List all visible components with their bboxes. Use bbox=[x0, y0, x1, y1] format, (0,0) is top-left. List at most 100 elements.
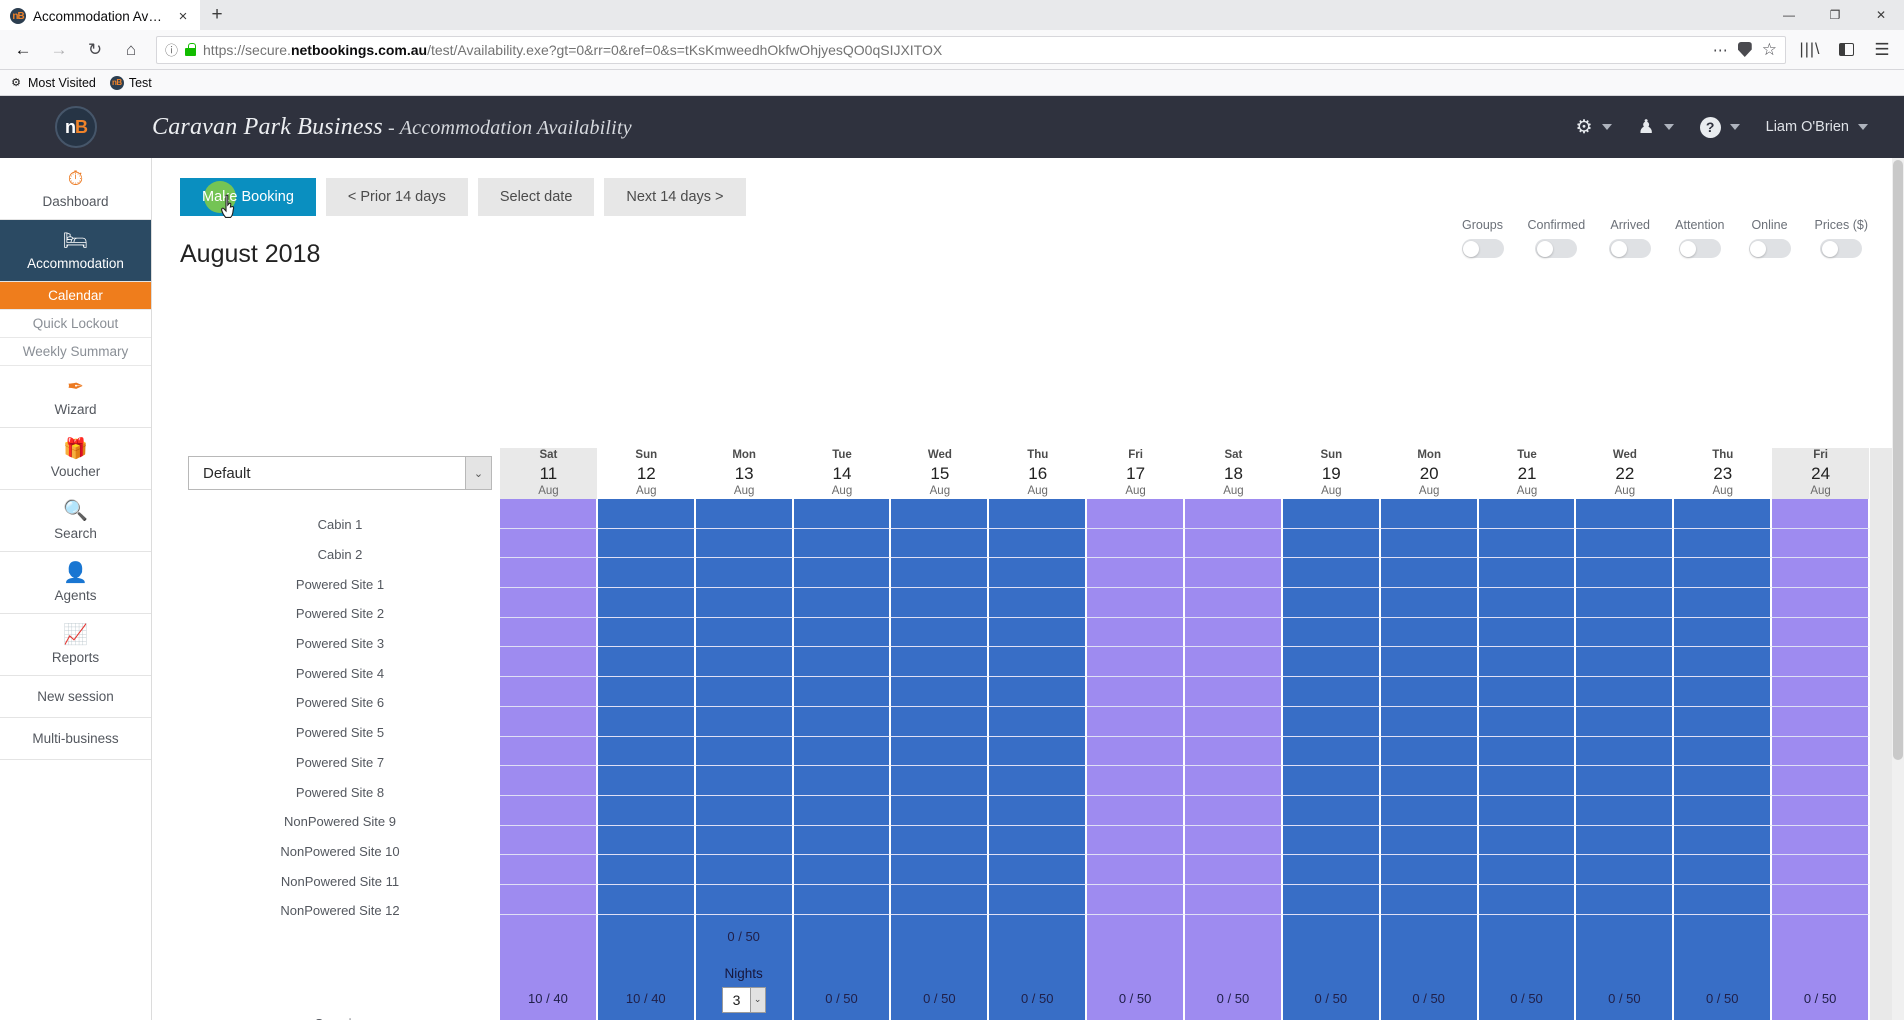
availability-cell[interactable] bbox=[695, 706, 794, 737]
availability-cell[interactable] bbox=[597, 884, 696, 915]
sidebar-icon[interactable] bbox=[1830, 35, 1862, 65]
availability-cell[interactable] bbox=[597, 766, 696, 796]
availability-cell[interactable] bbox=[1576, 528, 1675, 559]
availability-cell[interactable] bbox=[1087, 558, 1186, 589]
reload-icon[interactable]: ↻ bbox=[78, 35, 112, 65]
availability-cell[interactable] bbox=[1674, 558, 1773, 589]
availability-cell[interactable] bbox=[597, 677, 696, 707]
bookmark-test[interactable]: nB Test bbox=[109, 75, 152, 90]
availability-cell[interactable] bbox=[989, 558, 1088, 589]
availability-cell[interactable] bbox=[989, 766, 1088, 796]
availability-cell[interactable] bbox=[1380, 736, 1479, 767]
availability-cell[interactable] bbox=[695, 766, 794, 796]
availability-cell[interactable] bbox=[891, 677, 990, 707]
availability-cell[interactable] bbox=[793, 706, 892, 737]
make-booking-button[interactable]: Make Booking bbox=[180, 178, 316, 218]
availability-cell[interactable] bbox=[793, 795, 892, 826]
camping-cell[interactable]: 0 / 50 bbox=[793, 914, 892, 1020]
forward-icon[interactable]: → bbox=[42, 35, 76, 65]
availability-cell[interactable] bbox=[1674, 706, 1773, 737]
toggle-switch-confirmed[interactable] bbox=[1535, 239, 1578, 258]
window-maximize-button[interactable]: ❐ bbox=[1812, 0, 1858, 30]
availability-cell[interactable] bbox=[1576, 855, 1675, 885]
availability-cell[interactable] bbox=[1185, 706, 1283, 737]
availability-cell[interactable] bbox=[1674, 588, 1773, 618]
availability-cell[interactable] bbox=[1576, 647, 1675, 678]
availability-cell[interactable] bbox=[1282, 528, 1381, 559]
availability-cell[interactable] bbox=[1674, 855, 1773, 885]
availability-cell[interactable] bbox=[1478, 647, 1577, 678]
availability-cell[interactable] bbox=[1282, 855, 1381, 885]
availability-cell[interactable] bbox=[500, 855, 598, 885]
availability-cell[interactable] bbox=[1380, 677, 1479, 707]
availability-cell[interactable] bbox=[1087, 884, 1186, 915]
availability-cell[interactable] bbox=[1674, 736, 1773, 767]
availability-cell[interactable] bbox=[597, 528, 696, 559]
availability-cell[interactable] bbox=[1087, 647, 1186, 678]
availability-cell[interactable] bbox=[1185, 795, 1283, 826]
availability-cell[interactable] bbox=[891, 736, 990, 767]
availability-cell[interactable] bbox=[500, 706, 598, 737]
toggle-switch-attention[interactable] bbox=[1678, 239, 1721, 258]
availability-cell[interactable] bbox=[1772, 825, 1870, 856]
camping-cell[interactable]: 0 / 50 bbox=[1478, 914, 1577, 1020]
availability-cell[interactable] bbox=[1772, 736, 1870, 767]
availability-cell[interactable] bbox=[1380, 617, 1479, 648]
availability-cell[interactable] bbox=[1380, 528, 1479, 559]
availability-cell[interactable] bbox=[1674, 528, 1773, 559]
availability-cell[interactable] bbox=[1185, 766, 1283, 796]
availability-cell[interactable] bbox=[1282, 706, 1381, 737]
availability-cell[interactable] bbox=[891, 706, 990, 737]
availability-cell[interactable] bbox=[1380, 706, 1479, 737]
home-icon[interactable]: ⌂ bbox=[114, 35, 148, 65]
availability-cell[interactable] bbox=[1087, 499, 1186, 529]
availability-cell[interactable] bbox=[1478, 766, 1577, 796]
availability-cell[interactable] bbox=[1772, 855, 1870, 885]
availability-cell[interactable] bbox=[1282, 558, 1381, 589]
availability-cell[interactable] bbox=[989, 706, 1088, 737]
availability-cell[interactable] bbox=[500, 766, 598, 796]
availability-cell[interactable] bbox=[695, 499, 794, 529]
camping-cell[interactable]: 0 / 50 bbox=[891, 914, 990, 1020]
availability-cell[interactable] bbox=[695, 528, 794, 559]
availability-cell[interactable] bbox=[1478, 884, 1577, 915]
availability-cell[interactable] bbox=[793, 825, 892, 856]
availability-cell[interactable] bbox=[1478, 528, 1577, 559]
new-tab-button[interactable]: + bbox=[200, 0, 234, 30]
availability-cell[interactable] bbox=[989, 825, 1088, 856]
availability-cell[interactable] bbox=[1282, 617, 1381, 648]
availability-cell[interactable] bbox=[1282, 588, 1381, 618]
availability-cell[interactable] bbox=[989, 677, 1088, 707]
availability-cell[interactable] bbox=[695, 558, 794, 589]
prior-14-days-button[interactable]: < Prior 14 days bbox=[325, 178, 468, 216]
availability-cell[interactable] bbox=[1185, 588, 1283, 618]
availability-cell[interactable] bbox=[1772, 795, 1870, 826]
availability-cell[interactable] bbox=[1185, 528, 1283, 559]
availability-cell[interactable] bbox=[1772, 766, 1870, 796]
tab-close-icon[interactable]: × bbox=[174, 7, 192, 25]
availability-cell[interactable] bbox=[1380, 499, 1479, 529]
availability-cell[interactable] bbox=[597, 736, 696, 767]
availability-cell[interactable] bbox=[1478, 795, 1577, 826]
window-close-button[interactable]: ✕ bbox=[1858, 0, 1904, 30]
availability-cell[interactable] bbox=[500, 617, 598, 648]
availability-cell[interactable] bbox=[597, 825, 696, 856]
sidebar-item-agents[interactable]: 👤 Agents bbox=[0, 552, 151, 614]
availability-cell[interactable] bbox=[1282, 825, 1381, 856]
sidebar-item-weekly-summary[interactable]: Weekly Summary bbox=[0, 338, 151, 366]
availability-cell[interactable] bbox=[989, 528, 1088, 559]
availability-cell[interactable] bbox=[793, 766, 892, 796]
availability-cell[interactable] bbox=[891, 795, 990, 826]
availability-cell[interactable] bbox=[695, 795, 794, 826]
availability-cell[interactable] bbox=[1576, 766, 1675, 796]
availability-cell[interactable] bbox=[1185, 558, 1283, 589]
availability-cell[interactable] bbox=[989, 855, 1088, 885]
nights-select[interactable]: 3 ⌄ bbox=[721, 986, 766, 1013]
availability-cell[interactable] bbox=[1087, 736, 1186, 767]
availability-cell[interactable] bbox=[891, 647, 990, 678]
page-actions-icon[interactable]: ⋯ bbox=[1713, 41, 1728, 59]
availability-cell[interactable] bbox=[989, 647, 1088, 678]
availability-cell[interactable] bbox=[597, 855, 696, 885]
sidebar-item-calendar[interactable]: Calendar bbox=[0, 282, 151, 310]
availability-cell[interactable] bbox=[793, 558, 892, 589]
